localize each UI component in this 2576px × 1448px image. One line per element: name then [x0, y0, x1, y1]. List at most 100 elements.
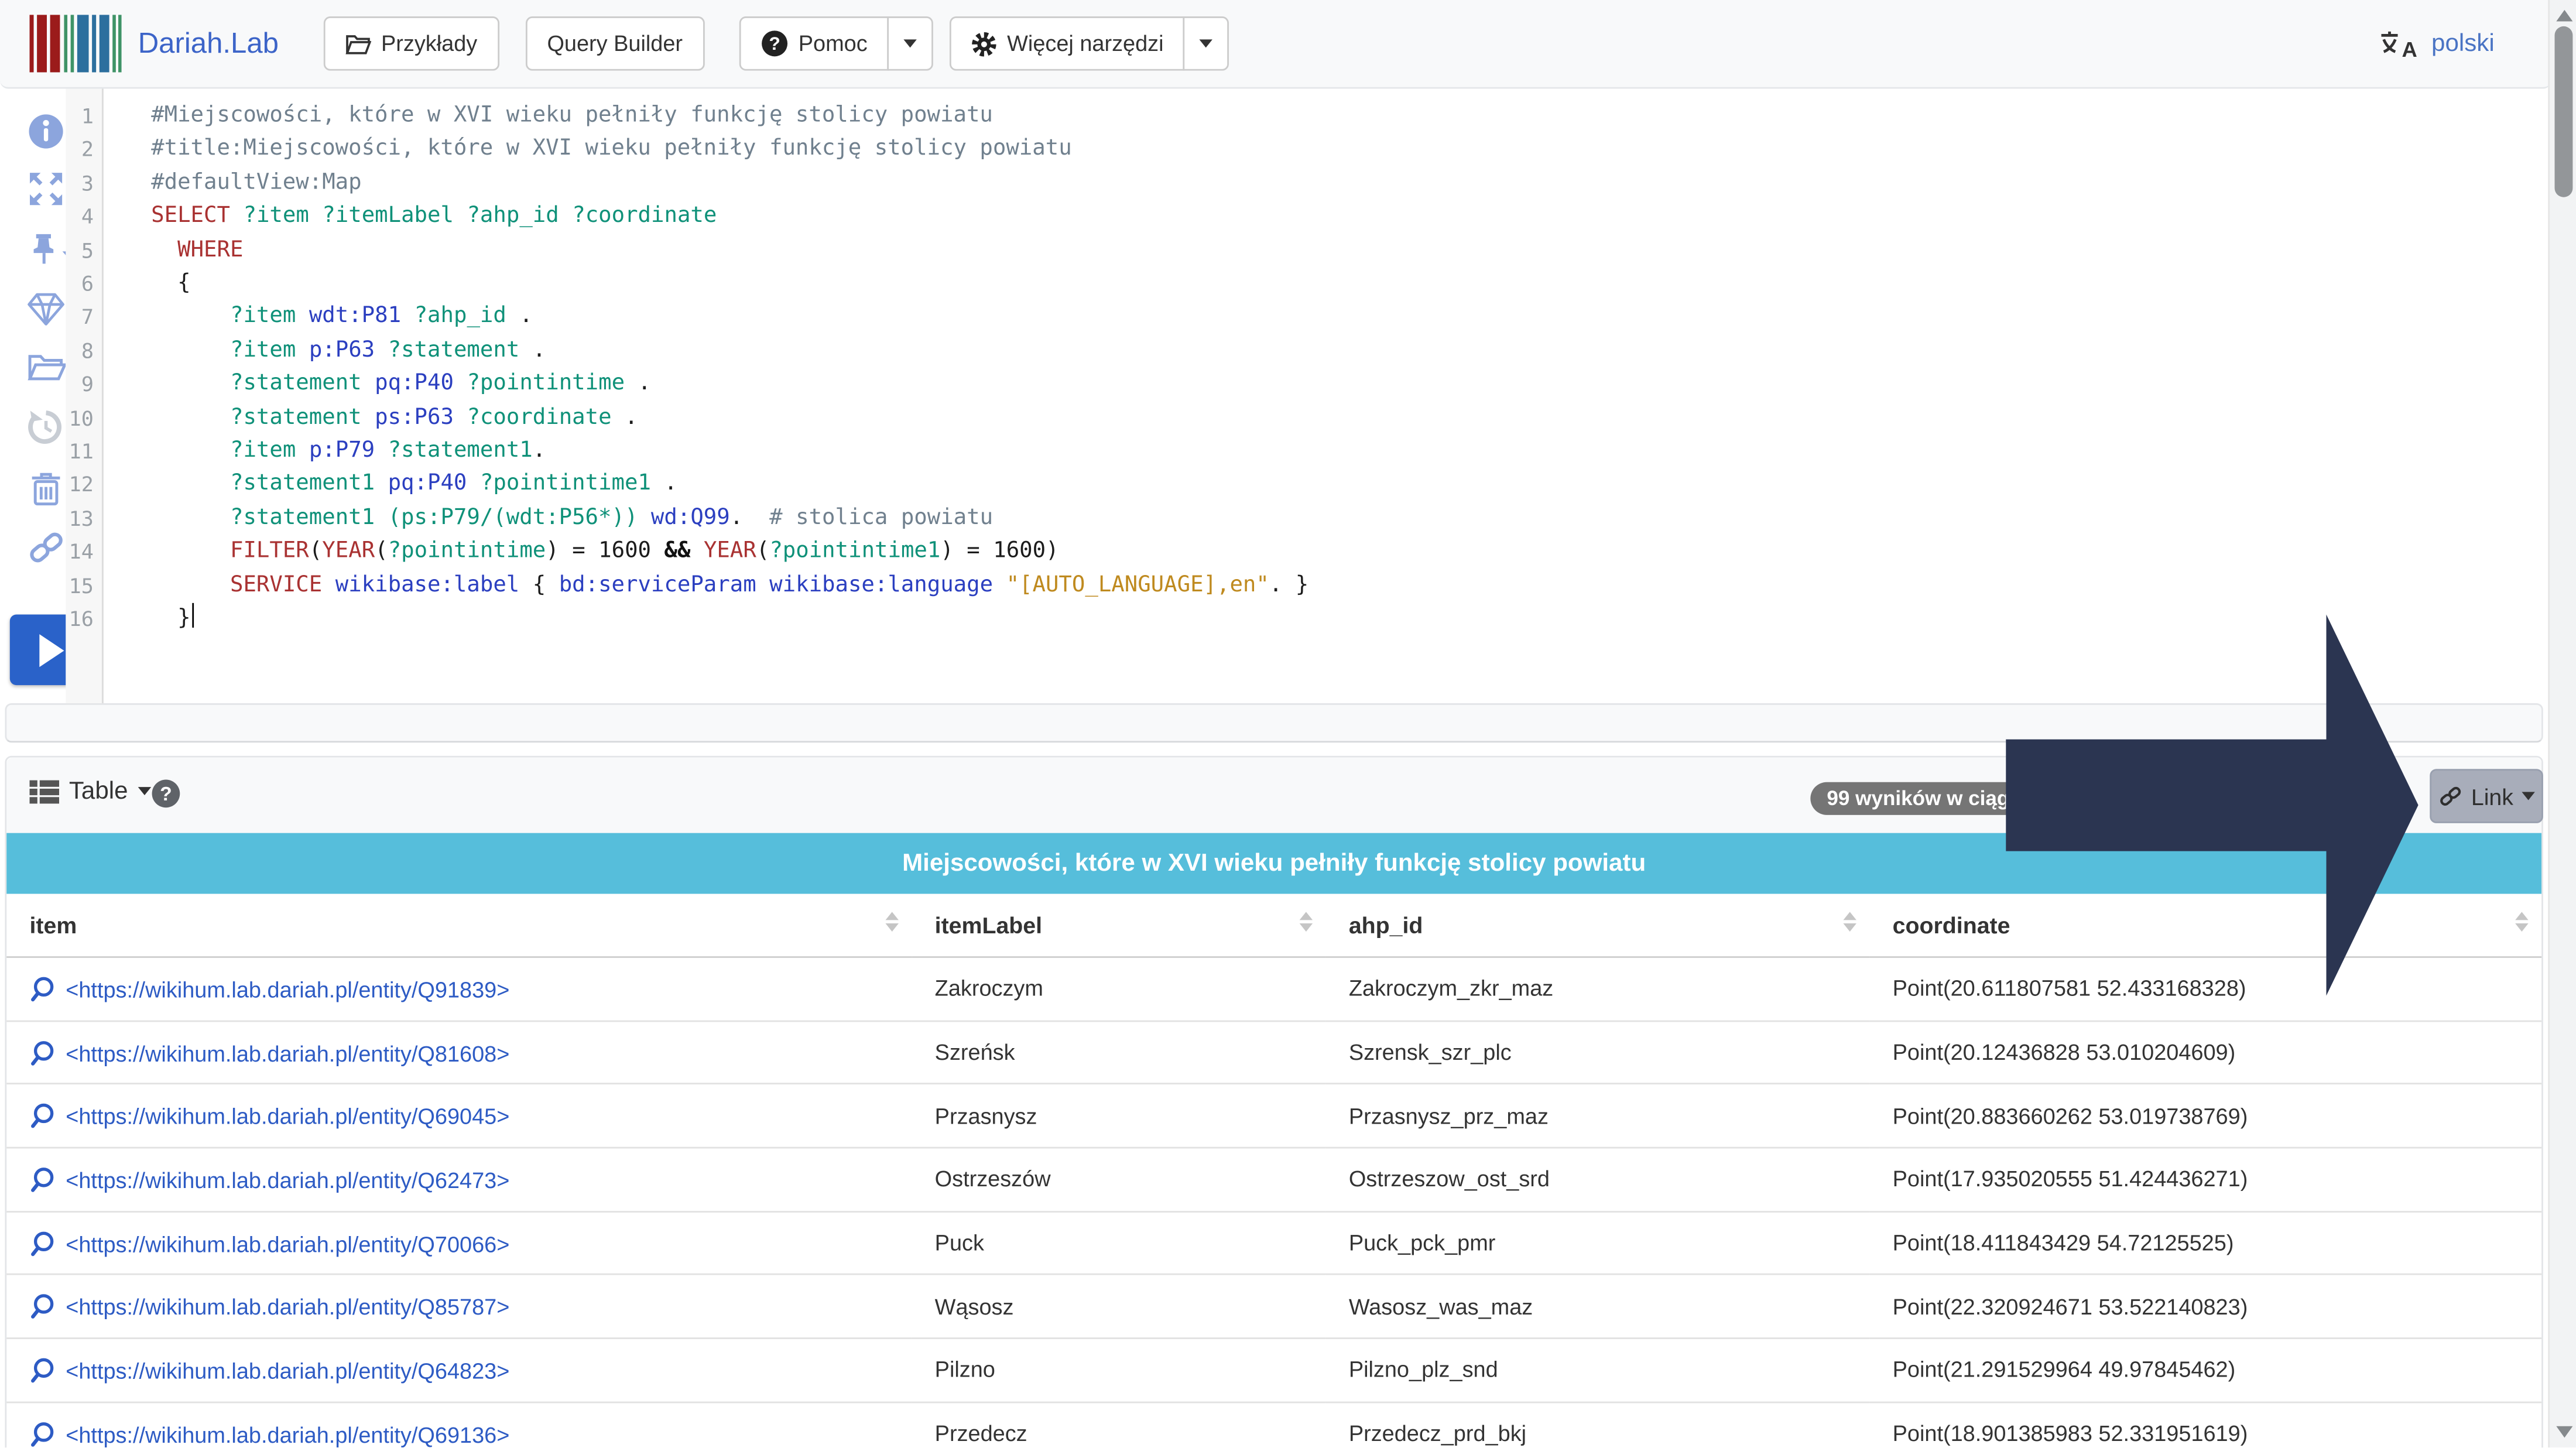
- magnifier-icon[interactable]: [30, 1166, 56, 1193]
- code-token: YEAR: [322, 539, 375, 564]
- sort-icon[interactable]: [1843, 912, 1856, 932]
- code-line[interactable]: ?item p:P79 ?statement1.: [151, 436, 2535, 469]
- view-selector[interactable]: Table: [30, 777, 151, 805]
- table-row: <https://wikihum.lab.dariah.pl/entity/Q7…: [6, 1211, 2541, 1275]
- line-number: 9: [66, 368, 102, 402]
- code-line[interactable]: #title:Miejscowości, które w XVI wieku p…: [151, 133, 2535, 167]
- code-token: .: [625, 372, 651, 396]
- help-circle-icon: ?: [761, 30, 789, 58]
- magnifier-icon[interactable]: [30, 1293, 56, 1320]
- magnifier-icon[interactable]: [30, 1420, 56, 1447]
- sort-icon[interactable]: [2515, 912, 2528, 932]
- code-token: [151, 506, 230, 530]
- brand-title[interactable]: Dariah.Lab: [138, 0, 279, 87]
- code-token: ?ahp_id: [415, 304, 506, 329]
- code-token: [362, 372, 375, 396]
- column-header-itemlabel[interactable]: itemLabel: [912, 894, 1325, 957]
- entity-link[interactable]: <https://wikihum.lab.dariah.pl/entity/Q8…: [66, 1295, 509, 1320]
- editor-footer-bar[interactable]: [5, 703, 2543, 742]
- scroll-up-arrow-icon[interactable]: [2556, 10, 2572, 22]
- code-token: ?coordinate: [572, 204, 717, 229]
- examples-button[interactable]: Przykłady: [324, 16, 499, 71]
- code-line[interactable]: ?statement ps:P63 ?coordinate .: [151, 402, 2535, 436]
- code-token: ?item: [230, 439, 296, 463]
- link-button-label: Link: [2471, 783, 2513, 809]
- results-title-bar: Miejscowości, które w XVI wieku pełniły …: [6, 833, 2541, 894]
- column-header-ahpid[interactable]: ahp_id: [1326, 894, 1870, 957]
- code-token: ?pointintime: [388, 539, 546, 564]
- fullscreen-expand-icon[interactable]: [26, 169, 66, 208]
- magnifier-icon[interactable]: [30, 1039, 56, 1066]
- code-line[interactable]: FILTER(YEAR(?pointintime) = 1600 && YEAR…: [151, 536, 2535, 570]
- code-line[interactable]: SERVICE wikibase:label { bd:serviceParam…: [151, 570, 2535, 603]
- table-row: <https://wikihum.lab.dariah.pl/entity/Q6…: [6, 1339, 2541, 1402]
- code-token: [151, 539, 230, 564]
- code-token: [454, 372, 467, 396]
- coordinate-cell: Point(18.411843429 54.72125525): [1869, 1211, 2541, 1275]
- link-button[interactable]: Link: [2430, 769, 2543, 823]
- language-link[interactable]: polski: [2431, 30, 2495, 58]
- entity-link[interactable]: <https://wikihum.lab.dariah.pl/entity/Q7…: [66, 1231, 509, 1256]
- code-token: "[AUTO_LANGUAGE],en": [1006, 573, 1269, 597]
- results-help-icon[interactable]: ?: [151, 779, 181, 809]
- code-token: {: [151, 271, 190, 296]
- entity-link[interactable]: <https://wikihum.lab.dariah.pl/entity/Q6…: [66, 1168, 509, 1193]
- magnifier-icon[interactable]: [30, 1357, 56, 1384]
- column-header-coordinate[interactable]: coordinate: [1869, 894, 2541, 957]
- results-panel: Table ? 99 wyników w ciągu 5 Link Miejsc: [5, 756, 2543, 1448]
- code-line[interactable]: SELECT ?item ?itemLabel ?ahp_id ?coordin…: [151, 201, 2535, 234]
- code-line[interactable]: #defaultView:Map: [151, 167, 2535, 201]
- code-token: [151, 473, 230, 497]
- entity-link[interactable]: <https://wikihum.lab.dariah.pl/entity/Q6…: [66, 1104, 509, 1129]
- query-builder-button[interactable]: Query Builder: [526, 16, 704, 71]
- trash-icon[interactable]: [26, 470, 66, 509]
- code-token: ps:P63: [375, 405, 454, 430]
- code-line[interactable]: }: [151, 603, 2535, 636]
- help-button[interactable]: ? Pomoc: [739, 16, 889, 71]
- code-token: #title:Miejscowości, które w XVI wieku p…: [151, 137, 1072, 162]
- svg-text:?: ?: [769, 33, 780, 54]
- magnifier-icon[interactable]: [30, 975, 56, 1002]
- page-scrollbar[interactable]: [2548, 0, 2576, 1448]
- entity-link[interactable]: <https://wikihum.lab.dariah.pl/entity/Q9…: [66, 977, 509, 1002]
- code-token: ?statement1: [230, 506, 375, 530]
- code-line[interactable]: ?statement1 (ps:P79/(wdt:P56*)) wd:Q99. …: [151, 502, 2535, 536]
- info-icon[interactable]: [26, 112, 66, 151]
- code-token: ?item: [230, 338, 296, 363]
- code-token: p:P63: [309, 338, 375, 363]
- share-link-icon[interactable]: [26, 528, 66, 567]
- entity-link[interactable]: <https://wikihum.lab.dariah.pl/entity/Q6…: [66, 1359, 509, 1384]
- coordinate-cell: Point(21.291529964 49.97845462): [1869, 1339, 2541, 1402]
- code-token: ?statement: [388, 338, 520, 363]
- open-query-folder-icon[interactable]: [26, 348, 66, 388]
- sort-icon[interactable]: [1300, 912, 1313, 932]
- entity-link[interactable]: <https://wikihum.lab.dariah.pl/entity/Q6…: [66, 1422, 509, 1447]
- code-line[interactable]: ?item wdt:P81 ?ahp_id .: [151, 302, 2535, 335]
- scroll-down-arrow-icon[interactable]: [2556, 1427, 2572, 1439]
- gem-icon[interactable]: [26, 289, 66, 328]
- itemlabel-cell: Szreńsk: [912, 1021, 1325, 1084]
- magnifier-icon[interactable]: [30, 1230, 56, 1257]
- code-line[interactable]: {: [151, 268, 2535, 301]
- ahpid-cell: Szrensk_szr_plc: [1326, 1021, 1870, 1084]
- ahpid-cell: Pilzno_plz_snd: [1326, 1339, 1870, 1402]
- code-line[interactable]: ?statement1 pq:P40 ?pointintime1 .: [151, 469, 2535, 502]
- scrollbar-thumb[interactable]: [2554, 26, 2572, 197]
- code-line[interactable]: #Miejscowości, które w XVI wieku pełniły…: [151, 100, 2535, 133]
- sort-icon[interactable]: [885, 912, 898, 932]
- item-cell: <https://wikihum.lab.dariah.pl/entity/Q8…: [6, 1275, 912, 1339]
- code-line[interactable]: WHERE: [151, 234, 2535, 268]
- code-lines[interactable]: #Miejscowości, które w XVI wieku pełniły…: [105, 87, 2535, 637]
- column-header-item[interactable]: item: [6, 894, 912, 957]
- code-line[interactable]: ?statement pq:P40 ?pointintime .: [151, 368, 2535, 402]
- code-token: [756, 573, 769, 597]
- magnifier-icon[interactable]: [30, 1103, 56, 1129]
- more-tools-dropdown-toggle[interactable]: [1183, 16, 1229, 71]
- entity-link[interactable]: <https://wikihum.lab.dariah.pl/entity/Q8…: [66, 1041, 509, 1066]
- svg-text:?: ?: [160, 783, 172, 805]
- more-tools-button[interactable]: Więcej narzędzi: [950, 16, 1185, 71]
- help-dropdown-toggle[interactable]: [887, 16, 933, 71]
- history-icon[interactable]: [26, 408, 66, 447]
- ahpid-cell: Zakroczym_zkr_maz: [1326, 957, 1870, 1021]
- code-line[interactable]: ?item p:P63 ?statement .: [151, 335, 2535, 368]
